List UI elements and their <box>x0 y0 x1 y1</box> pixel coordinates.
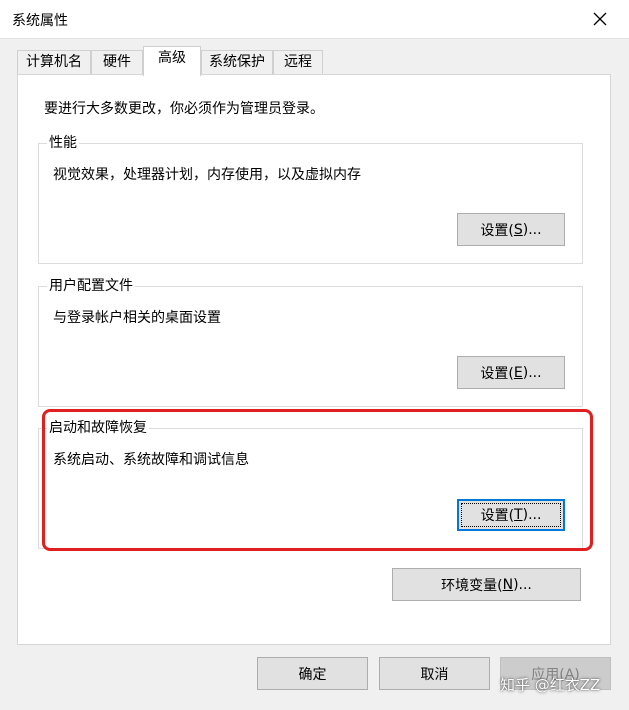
cancel-button[interactable]: 取消 <box>379 657 490 690</box>
close-icon <box>593 12 607 26</box>
admin-notice: 要进行大多数更改，你必须作为管理员登录。 <box>44 101 324 117</box>
watermark: 知乎 @红衣ZZ <box>500 676 601 694</box>
close-button[interactable] <box>580 4 620 34</box>
tab-advanced[interactable]: 高级 <box>143 46 201 76</box>
user-profiles-group-title: 用户配置文件 <box>47 276 135 296</box>
title-bar: 系统属性 <box>0 0 629 39</box>
performance-settings-button[interactable]: 设置(S)... <box>457 213 565 246</box>
window-title: 系统属性 <box>12 13 68 29</box>
environment-variables-button[interactable]: 环境变量(N)... <box>392 568 581 601</box>
tab-remote[interactable]: 远程 <box>273 50 323 74</box>
tab-computer-name[interactable]: 计算机名 <box>17 50 91 74</box>
startup-recovery-settings-button[interactable]: 设置(T)... <box>457 499 565 531</box>
tab-hardware[interactable]: 硬件 <box>91 50 143 74</box>
performance-description: 视觉效果，处理器计划，内存使用，以及虚拟内存 <box>53 167 361 183</box>
ok-button[interactable]: 确定 <box>257 657 368 690</box>
performance-group-title: 性能 <box>47 133 79 153</box>
user-profiles-description: 与登录帐户相关的桌面设置 <box>53 310 221 326</box>
tab-system-protection[interactable]: 系统保护 <box>201 50 273 74</box>
user-profiles-settings-button[interactable]: 设置(E)... <box>457 356 565 389</box>
startup-recovery-description: 系统启动、系统故障和调试信息 <box>53 452 249 468</box>
startup-recovery-group-title: 启动和故障恢复 <box>47 418 149 438</box>
